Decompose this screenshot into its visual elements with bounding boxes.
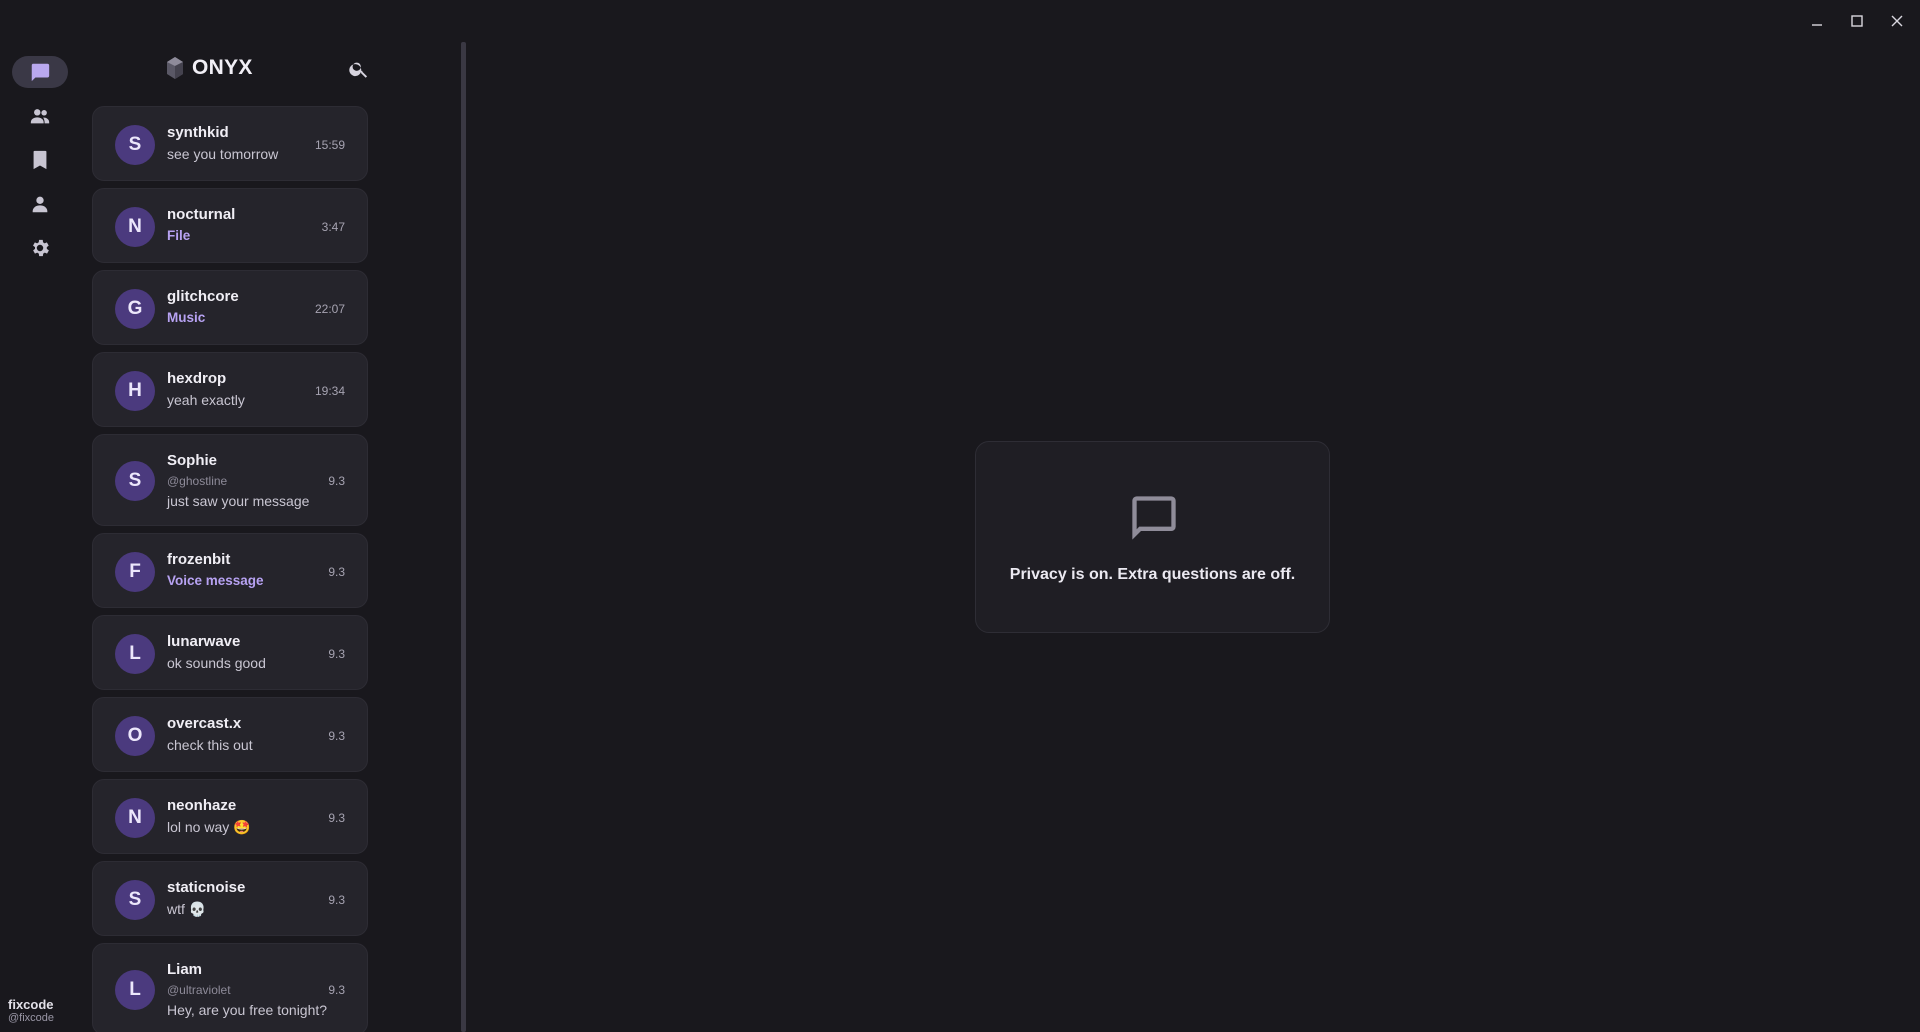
conversation-name: lunarwave [167,633,241,650]
nav-profile[interactable] [12,188,68,220]
conversation-preview: ok sounds good [167,655,266,671]
conversation-preview: File [167,228,191,243]
gear-icon [33,239,49,257]
conversation-name: Sophie [167,452,218,469]
conversation-time: 9.3 [328,646,345,661]
conversation-item[interactable]: Hhexdrop yeah exactly 19:34 [92,352,368,427]
conversation-item[interactable]: Ssynthkid see you tomorrow 15:59 [92,106,368,181]
avatar: H [115,370,155,411]
conversation-name: nocturnal [167,206,236,223]
conversation-handle: @ghostline [167,474,228,488]
conversation-item[interactable]: Nnocturnal File 3:47 [92,188,368,263]
brand-name: ONYX [192,56,253,79]
maximize-icon[interactable] [1846,10,1868,32]
current-user-name: fixcode [8,997,54,1012]
avatar: S [115,879,155,920]
conversation-name: staticnoise [167,879,246,896]
chat-list-header: ONYX [80,50,385,92]
app-window: fixcode @fixcode ONYX Ssynthkid see you t… [0,0,1920,1032]
close-icon[interactable] [1886,10,1908,32]
conversation-preview: see you tomorrow [167,146,279,162]
conversation-time: 22:07 [314,301,345,316]
avatar: G [115,288,155,329]
current-user[interactable]: fixcode @fixcode [8,997,54,1024]
nav-saved[interactable] [12,144,68,176]
conversation-item[interactable]: L Liam @ultraviolet Hey, are you free tonig… [92,943,368,1032]
avatar: F [115,551,155,592]
conversation-time: 9.3 [328,983,345,997]
conversation-preview: check this out [167,737,253,753]
avatar: O [115,715,155,756]
conversation-name: glitchcore [167,288,239,305]
conversation-preview: yeah exactly [167,392,245,408]
conversation-preview: Hey, are you free tonight? [167,1002,328,1018]
avatar: L [115,633,155,674]
conversation-time: 9.3 [328,474,345,488]
avatar: S [115,461,155,501]
nav-rail: fixcode @fixcode [0,0,80,1032]
conversation-preview: wtf 💀 [167,901,207,917]
conversation-name: frozenbit [167,551,231,568]
avatar: N [115,206,155,247]
person-icon [32,196,48,213]
nav-settings[interactable] [12,232,68,264]
avatar: S [115,124,155,165]
conversation-preview: lol no way 🤩 [167,819,251,835]
avatar: L [115,970,155,1010]
search-button[interactable] [348,58,372,82]
conversation-preview: Music [167,310,206,325]
crystal-logo-icon [167,57,183,79]
nav-chats[interactable] [12,56,68,88]
empty-state-card: Privacy is on. Extra questions are off. [975,441,1330,633]
minimize-icon[interactable] [1806,10,1828,32]
chat-list-scrollbar[interactable] [461,42,466,1032]
current-user-handle: @fixcode [8,1012,55,1024]
conversation-preview: just saw your message [167,493,310,509]
empty-state-message: Privacy is on. Extra questions are off. [1009,566,1296,583]
conversation-preview: Voice message [167,573,264,588]
conversation-name: hexdrop [167,370,227,387]
conversation-time: 19:34 [314,383,345,398]
conversation-item[interactable]: Nneonhaze lol no way 🤩 9.3 [92,779,368,854]
conversation-item[interactable]: Gglitchcore Music 22:07 [92,270,368,345]
conversation-name: overcast.x [167,715,242,732]
conversation-item[interactable]: Sstaticnoise wtf 💀 9.3 [92,861,368,936]
avatar: N [115,797,155,838]
conversation-time: 3:47 [321,219,345,234]
bookmark-icon [33,150,47,170]
conversation-item[interactable]: Llunarwave ok sounds good 9.3 [92,615,368,690]
conversation-item[interactable]: Oovercast.x check this out 9.3 [92,697,368,772]
conversation-name: synthkid [167,124,229,141]
conversation-time: 9.3 [328,564,345,579]
people-icon [30,109,50,124]
conversation-item[interactable]: S Sophie @ghostline just saw your message 9.… [92,434,368,526]
conversation-name: Liam [167,961,203,978]
conversation-time: 9.3 [328,810,345,825]
conversation-item[interactable]: Ffrozenbit Voice message 9.3 [92,533,368,608]
conversation-time: 15:59 [314,137,345,152]
conversation-name: neonhaze [167,797,237,814]
brand: ONYX [166,56,253,80]
chat-bubble-icon [31,63,50,82]
conversation-handle: @ultraviolet [167,983,231,997]
search-icon [349,62,368,78]
chat-outline-icon [1128,492,1180,544]
nav-contacts[interactable] [12,100,68,132]
conversation-time: 9.3 [328,728,345,743]
window-controls [1806,10,1908,32]
conversation-time: 9.3 [328,892,345,907]
